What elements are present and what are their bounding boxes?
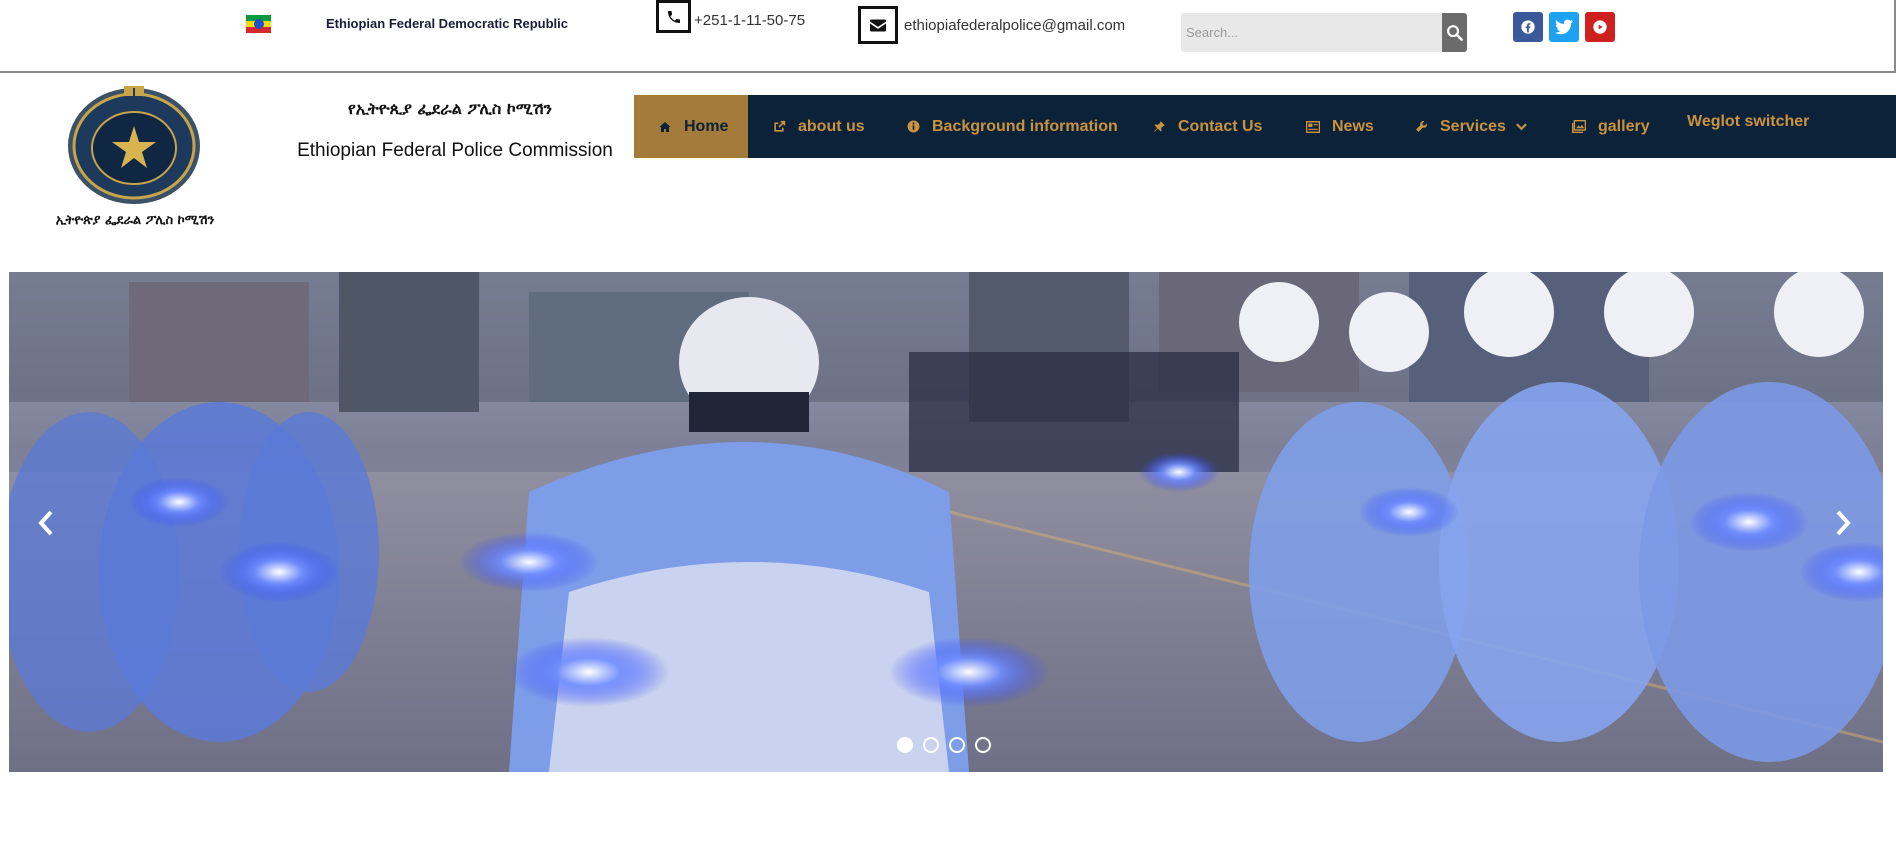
slider-dot[interactable] <box>897 737 913 753</box>
main-nav: Home about us Background information Con… <box>634 95 1896 158</box>
slider-dot[interactable] <box>949 737 965 753</box>
slider-next-button[interactable] <box>1828 505 1858 541</box>
country-name: Ethiopian Federal Democratic Republic <box>326 16 568 31</box>
nav-item-gallery[interactable]: gallery <box>1572 95 1650 158</box>
nav-item-label: Background information <box>932 117 1118 135</box>
search-button[interactable] <box>1442 13 1467 52</box>
info-icon <box>906 120 920 134</box>
chevron-down-icon <box>1515 122 1527 131</box>
facebook-icon[interactable] <box>1513 12 1543 42</box>
nav-item-label: Weglot switcher <box>1687 113 1810 130</box>
phone-number[interactable]: +251-1-11-50-75 <box>694 12 805 29</box>
site-title: Ethiopian Federal Police Commission <box>297 140 613 161</box>
envelope-icon[interactable] <box>858 6 898 44</box>
external-link-icon <box>772 120 786 134</box>
slider-pagination <box>897 737 991 753</box>
nav-item-contact-us[interactable]: Contact Us <box>1152 95 1262 158</box>
search-input[interactable] <box>1181 13 1442 52</box>
nav-item-weglot-switcher[interactable]: Weglot switcher <box>1687 95 1809 158</box>
nav-item-label: News <box>1332 117 1374 135</box>
chevron-left-icon <box>38 510 53 536</box>
slider-prev-button[interactable] <box>31 505 61 541</box>
logo-caption: ኢትዮጵያ ፌደራል ፖሊስ ኮሚሽን <box>55 213 215 228</box>
amharic-site-title: የኢትዮጲያ ፌደራል ፖሊስ ኮሚሽን <box>348 99 552 118</box>
top-bar: Ethiopian Federal Democratic Republic +2… <box>0 0 1896 73</box>
nav-item-label: Services <box>1440 117 1506 135</box>
police-motorcycle-photo <box>9 272 1883 772</box>
nav-item-label: Contact Us <box>1178 117 1263 135</box>
police-logo[interactable] <box>66 82 202 206</box>
nav-item-home[interactable]: Home <box>634 95 748 158</box>
email-address[interactable]: ethiopiafederalpolice@gmail.com <box>904 17 1125 34</box>
image-icon <box>1572 120 1586 134</box>
chevron-right-icon <box>1836 510 1851 536</box>
search-icon <box>1447 25 1463 41</box>
newspaper-icon <box>1306 120 1320 134</box>
nav-item-background-information[interactable]: Background information <box>906 95 1118 158</box>
phone-icon[interactable] <box>656 0 691 33</box>
wrench-icon <box>1414 120 1428 134</box>
slider-dot[interactable] <box>975 737 991 753</box>
nav-item-services[interactable]: Services <box>1414 95 1527 158</box>
ethiopia-flag-icon <box>246 15 271 33</box>
hero-slider[interactable] <box>9 272 1883 772</box>
pin-icon <box>1152 120 1166 134</box>
search-box <box>1181 13 1467 52</box>
twitter-icon[interactable] <box>1549 12 1579 42</box>
nav-item-label: Home <box>684 117 729 135</box>
slider-dot[interactable] <box>923 737 939 753</box>
youtube-icon[interactable] <box>1585 12 1615 42</box>
nav-item-news[interactable]: News <box>1306 95 1374 158</box>
nav-item-about-us[interactable]: about us <box>772 95 865 158</box>
home-icon <box>658 120 672 134</box>
nav-item-label: about us <box>798 117 865 135</box>
nav-item-label: gallery <box>1598 117 1650 135</box>
